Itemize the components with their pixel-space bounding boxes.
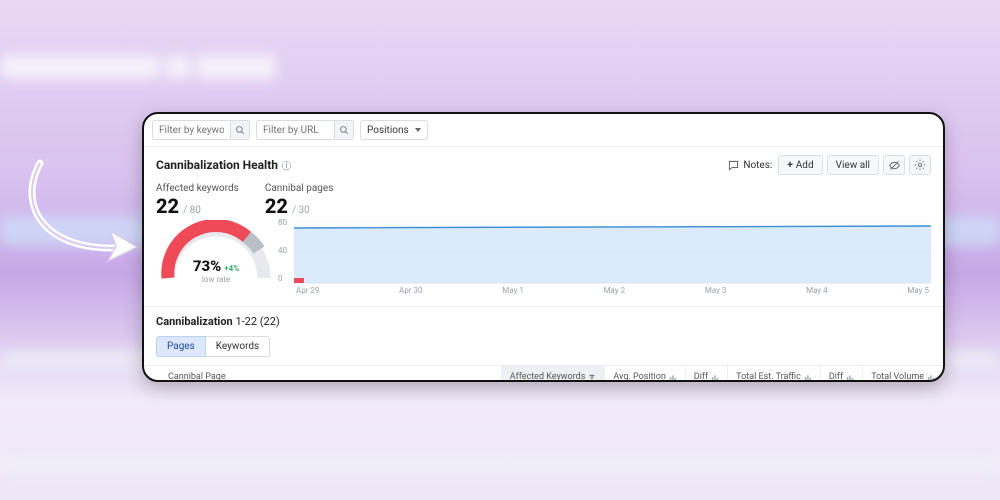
keyword-input[interactable] [152, 120, 230, 140]
x-tick: May 1 [502, 286, 524, 295]
gear-icon [914, 159, 926, 171]
bars-icon [804, 373, 812, 381]
health-gauge: 73%+4% low rate [156, 220, 276, 284]
x-tick: May 3 [705, 286, 727, 295]
x-tick: Apr 30 [399, 286, 422, 295]
visibility-button[interactable] [883, 155, 905, 175]
health-section: Cannibalization Health ⓘ Notes: +Add Vie… [144, 147, 943, 307]
url-search-button[interactable] [334, 120, 354, 140]
keyword-search-button[interactable] [230, 120, 250, 140]
notes-label: Notes: [728, 160, 772, 171]
x-tick: May 2 [604, 286, 626, 295]
x-tick: May 5 [907, 286, 929, 295]
search-icon [339, 125, 349, 135]
add-note-button[interactable]: +Add [778, 155, 822, 175]
settings-button[interactable] [909, 155, 931, 175]
x-tick: Apr 29 [296, 286, 319, 295]
list-tabs: Pages Keywords [144, 336, 943, 365]
bars-icon [846, 373, 854, 381]
cannibalization-panel: Positions Cannibalization Health ⓘ Notes… [142, 112, 945, 382]
callout-arrow [10, 155, 150, 275]
col-affected-keywords[interactable]: Affected Keywords [501, 366, 605, 382]
col-total-traffic[interactable]: Total Est. Traffic [727, 366, 820, 382]
info-icon: ⓘ [282, 159, 291, 172]
list-heading: Cannibalization 1-22 (22) [144, 307, 943, 336]
table-header: Cannibal Page Affected Keywords Avg. Pos… [144, 365, 943, 382]
tab-keywords[interactable]: Keywords [206, 336, 270, 357]
metric-cannibal-pages: Cannibal pages 22/ 30 [265, 183, 334, 218]
bars-icon [927, 373, 935, 381]
sort-icon [588, 373, 596, 381]
filter-url [256, 120, 354, 140]
eye-off-icon [888, 159, 901, 172]
col-total-volume[interactable]: Total Volume [862, 366, 943, 382]
url-input[interactable] [256, 120, 334, 140]
filter-bar: Positions [144, 114, 943, 147]
positions-label: Positions [367, 125, 409, 136]
col-avg-position[interactable]: Avg. Position [604, 366, 684, 382]
bars-icon [711, 373, 719, 381]
col-diff-1[interactable]: Diff [685, 366, 727, 382]
search-icon [235, 125, 245, 135]
trend-chart: 80 40 0 Apr 29Apr 30May 1May 2May 3May 4… [294, 220, 931, 300]
x-tick: May 4 [806, 286, 828, 295]
section-title: Cannibalization Health ⓘ [156, 158, 291, 172]
tab-pages[interactable]: Pages [156, 336, 206, 357]
positions-dropdown[interactable]: Positions [360, 120, 428, 140]
note-icon [728, 160, 739, 171]
chevron-down-icon [415, 128, 421, 132]
filter-keyword [152, 120, 250, 140]
col-cannibal-page[interactable]: Cannibal Page [144, 366, 501, 382]
view-all-button[interactable]: View all [827, 155, 879, 175]
col-diff-2[interactable]: Diff [820, 366, 862, 382]
bars-icon [669, 373, 677, 381]
metric-affected-keywords: Affected keywords 22/ 80 [156, 183, 239, 218]
